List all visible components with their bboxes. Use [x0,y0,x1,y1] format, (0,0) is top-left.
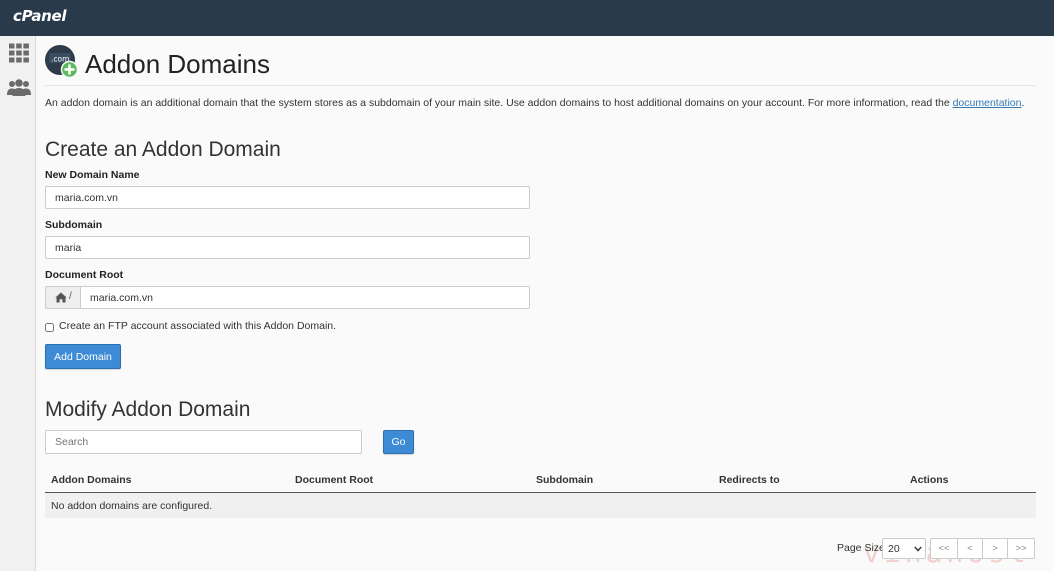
ftp-account-label: Create an FTP account associated with th… [59,320,337,332]
chevron-down-icon [914,546,922,552]
column-header-actions: Actions [910,474,949,486]
grid-icon[interactable] [8,43,30,63]
sidebar [0,36,36,571]
add-domain-button[interactable]: Add Domain [45,344,121,369]
page-size-value: 20 [888,543,900,555]
document-root-prefix: / [45,286,81,309]
page-size-select[interactable]: 20 [882,538,926,559]
column-header-document-root[interactable]: Document Root [295,474,373,486]
main-content: .com Addon Domains An addon domain is an… [45,36,1036,571]
new-domain-input[interactable] [45,186,530,209]
top-bar: cPanel [0,0,1054,36]
addon-domain-icon: .com [45,45,79,79]
next-page-button[interactable]: > [982,538,1008,559]
cpanel-logo[interactable]: cPanel [13,7,67,25]
column-header-addon-domains[interactable]: Addon Domains [51,474,132,486]
documentation-link[interactable]: documentation [953,97,1022,109]
modify-section-heading: Modify Addon Domain [45,398,251,421]
page-title: Addon Domains [85,49,270,79]
previous-page-button[interactable]: < [957,538,983,559]
document-root-label: Document Root [45,269,124,281]
intro-text: An addon domain is an additional domain … [45,97,1024,109]
document-root-slash: / [69,291,72,302]
create-section-heading: Create an Addon Domain [45,138,281,161]
document-root-input[interactable] [80,286,530,309]
intro-period: . [1021,97,1025,109]
users-icon[interactable] [7,78,31,98]
search-input[interactable] [45,430,362,454]
subdomain-input[interactable] [45,236,530,259]
page-header: .com Addon Domains [45,44,1036,86]
ftp-account-checkbox[interactable] [45,323,54,332]
column-header-redirects-to[interactable]: Redirects to [719,474,780,486]
new-domain-label: New Domain Name [45,169,140,181]
last-page-button[interactable]: >> [1007,538,1035,559]
intro-description: An addon domain is an additional domain … [45,97,953,109]
empty-table-message: No addon domains are configured. [51,500,213,512]
table-row: No addon domains are configured. [45,493,1036,518]
subdomain-label: Subdomain [45,219,103,231]
page-size-label: Page Size [837,542,885,554]
column-header-subdomain[interactable]: Subdomain [536,474,593,486]
home-icon [55,292,67,303]
first-page-button[interactable]: << [930,538,958,559]
go-button[interactable]: Go [383,430,414,454]
